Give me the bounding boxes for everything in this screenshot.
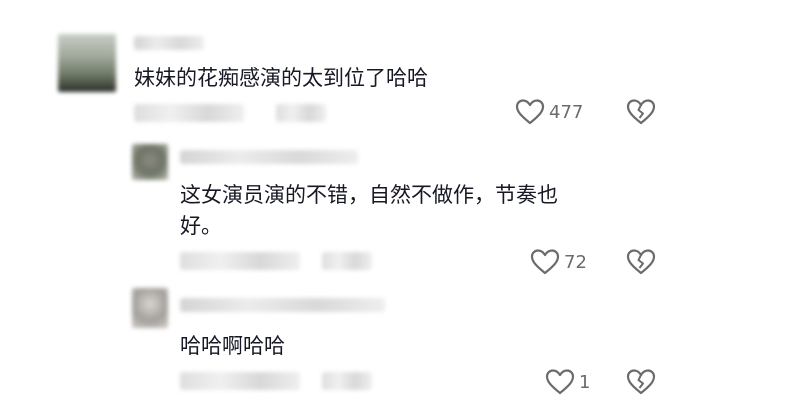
heart-outline-icon <box>545 368 575 396</box>
comment-text: 妹妹的花痴感演的太到位了哈哈 <box>134 66 428 90</box>
reply-button[interactable] <box>322 252 372 270</box>
comment-timestamp <box>134 104 244 122</box>
dislike-button[interactable] <box>626 98 656 130</box>
like-button[interactable]: 477 <box>515 98 583 126</box>
reply-text-line2: 好。 <box>180 214 222 238</box>
reply-avatar[interactable] <box>132 288 168 328</box>
broken-heart-icon <box>626 369 656 400</box>
heart-outline-icon <box>515 98 545 126</box>
reply-username[interactable] <box>180 298 385 312</box>
reply-avatar[interactable] <box>132 144 168 180</box>
dislike-button[interactable] <box>626 368 656 400</box>
commenter-username[interactable] <box>134 36 204 50</box>
reply-button[interactable] <box>276 104 326 122</box>
reply-button[interactable] <box>322 372 372 390</box>
reply-timestamp <box>180 252 300 270</box>
like-button[interactable]: 72 <box>530 248 587 276</box>
like-button[interactable]: 1 <box>545 368 590 396</box>
dislike-button[interactable] <box>626 248 656 280</box>
commenter-avatar[interactable] <box>58 34 116 92</box>
like-count: 1 <box>579 371 591 393</box>
like-count: 72 <box>564 251 587 273</box>
broken-heart-icon <box>626 249 656 280</box>
reply-username[interactable] <box>180 150 358 164</box>
reply-text-line1: 这女演员演的不错，自然不做作，节奏也 <box>180 183 558 207</box>
reply-timestamp <box>180 372 300 390</box>
like-count: 477 <box>549 101 584 123</box>
broken-heart-icon <box>626 99 656 130</box>
reply-text: 哈哈啊哈哈 <box>180 334 285 358</box>
heart-outline-icon <box>530 248 560 276</box>
